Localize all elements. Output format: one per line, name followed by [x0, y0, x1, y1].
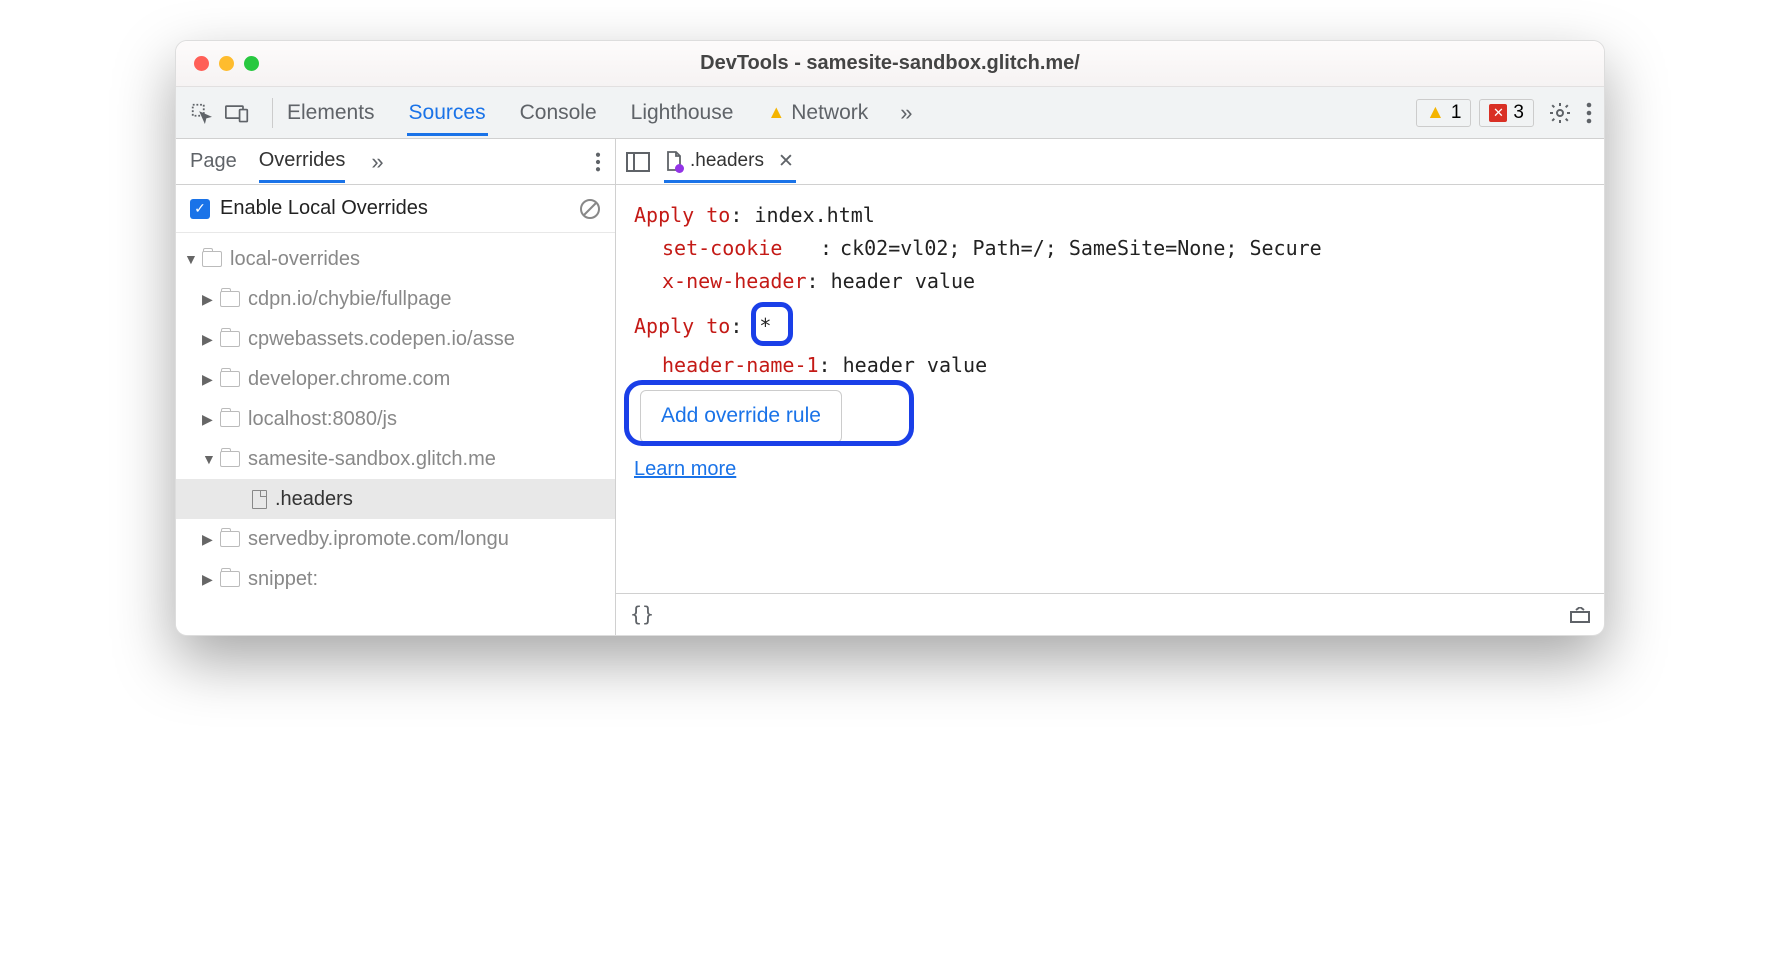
apply-to-target-wildcard[interactable]: * — [754, 314, 776, 338]
tree-root[interactable]: ▼local-overrides — [176, 239, 615, 279]
enable-overrides-row: ✓ Enable Local Overrides — [176, 185, 615, 233]
divider — [272, 98, 273, 128]
folder-icon — [220, 451, 240, 467]
editor-tabs: .headers ✕ — [616, 139, 1604, 184]
tab-lighthouse[interactable]: Lighthouse — [629, 90, 736, 136]
file-tab-headers[interactable]: .headers ✕ — [664, 141, 796, 183]
tab-elements[interactable]: Elements — [285, 90, 377, 136]
devtools-window: DevTools - samesite-sandbox.glitch.me/ E… — [175, 40, 1605, 636]
subtab-overrides[interactable]: Overrides — [259, 141, 346, 183]
folder-icon — [220, 411, 240, 427]
navigator-sidebar: ✓ Enable Local Overrides ▼local-override… — [176, 185, 616, 635]
warnings-badge[interactable]: ▲ 1 — [1416, 99, 1471, 127]
file-tree: ▼local-overrides ▶cdpn.io/chybie/fullpag… — [176, 233, 615, 605]
braces-icon[interactable]: {} — [630, 598, 654, 631]
tab-sources[interactable]: Sources — [407, 90, 488, 136]
warning-icon: ▲ — [767, 102, 785, 123]
sub-toolbar: Page Overrides » .headers ✕ — [176, 139, 1604, 185]
tree-file-selected[interactable]: .headers — [176, 479, 615, 519]
warning-count: 1 — [1451, 102, 1462, 124]
tab-console[interactable]: Console — [518, 90, 599, 136]
enable-overrides-checkbox[interactable]: ✓ — [190, 199, 210, 219]
tree-item[interactable]: ▶servedby.ipromote.com/longu — [176, 519, 615, 559]
main-toolbar: Elements Sources Console Lighthouse ▲ Ne… — [176, 87, 1604, 139]
titlebar: DevTools - samesite-sandbox.glitch.me/ — [176, 41, 1604, 87]
header-name[interactable]: set-cookie — [662, 232, 812, 265]
tree-item[interactable]: ▶cpwebassets.codepen.io/asse — [176, 319, 615, 359]
editor-statusbar: {} — [616, 593, 1604, 635]
modified-dot-icon — [675, 164, 684, 173]
subtab-page[interactable]: Page — [190, 150, 237, 173]
file-tab-label: .headers — [690, 150, 764, 172]
more-subtabs-icon[interactable]: » — [371, 149, 383, 175]
close-tab-icon[interactable]: ✕ — [778, 150, 794, 173]
header-value[interactable]: header value — [843, 353, 988, 377]
more-options-icon[interactable] — [1586, 102, 1592, 124]
error-square-icon: ✕ — [1489, 104, 1507, 122]
warning-triangle-icon: ▲ — [1426, 102, 1445, 124]
errors-badge[interactable]: ✕ 3 — [1479, 99, 1534, 127]
tree-item[interactable]: ▶cdpn.io/chybie/fullpage — [176, 279, 615, 319]
file-icon — [252, 490, 267, 509]
navigator-tabs: Page Overrides » — [176, 139, 616, 184]
apply-to-target[interactable]: index.html — [754, 203, 874, 227]
folder-icon — [220, 371, 240, 387]
tree-item[interactable]: ▶developer.chrome.com — [176, 359, 615, 399]
folder-icon — [202, 251, 222, 267]
learn-more-link[interactable]: Learn more — [634, 453, 736, 486]
tree-item-expanded[interactable]: ▼samesite-sandbox.glitch.me — [176, 439, 615, 479]
toggle-navigator-icon[interactable] — [626, 152, 650, 172]
window-title: DevTools - samesite-sandbox.glitch.me/ — [176, 52, 1604, 75]
tree-item[interactable]: ▶snippet: — [176, 559, 615, 599]
device-toolbar-icon[interactable] — [224, 100, 250, 126]
tab-network[interactable]: ▲ Network — [765, 90, 870, 136]
navigator-more-icon[interactable] — [595, 152, 601, 172]
folder-icon — [220, 571, 240, 587]
header-value[interactable]: header value — [831, 269, 976, 293]
apply-to-label: Apply to — [634, 203, 730, 227]
clear-overrides-icon[interactable] — [579, 198, 601, 220]
inspect-element-icon[interactable] — [188, 100, 214, 126]
apply-to-label: Apply to — [634, 314, 730, 338]
tab-network-label: Network — [791, 101, 868, 125]
tree-item[interactable]: ▶localhost:8080/js — [176, 399, 615, 439]
enable-overrides-label: Enable Local Overrides — [220, 197, 428, 220]
file-icon — [666, 151, 682, 171]
panel-tabs: Elements Sources Console Lighthouse ▲ Ne… — [285, 90, 913, 136]
folder-icon — [220, 331, 240, 347]
add-override-rule-button[interactable]: Add override rule — [640, 390, 842, 443]
header-name[interactable]: header-name-1 — [662, 353, 819, 377]
drawer-toggle-icon[interactable] — [1570, 607, 1590, 623]
error-count: 3 — [1513, 102, 1524, 124]
main-body: ✓ Enable Local Overrides ▼local-override… — [176, 185, 1604, 635]
header-name[interactable]: x-new-header — [662, 269, 807, 293]
settings-icon[interactable] — [1548, 101, 1572, 125]
more-tabs-icon[interactable]: » — [900, 100, 912, 126]
folder-icon — [220, 531, 240, 547]
headers-editor[interactable]: Apply to: index.html set-cookie : ck02=v… — [616, 185, 1604, 635]
header-value[interactable]: ck02=vl02; Path=/; SameSite=None; Secure — [840, 232, 1322, 265]
folder-icon — [220, 291, 240, 307]
